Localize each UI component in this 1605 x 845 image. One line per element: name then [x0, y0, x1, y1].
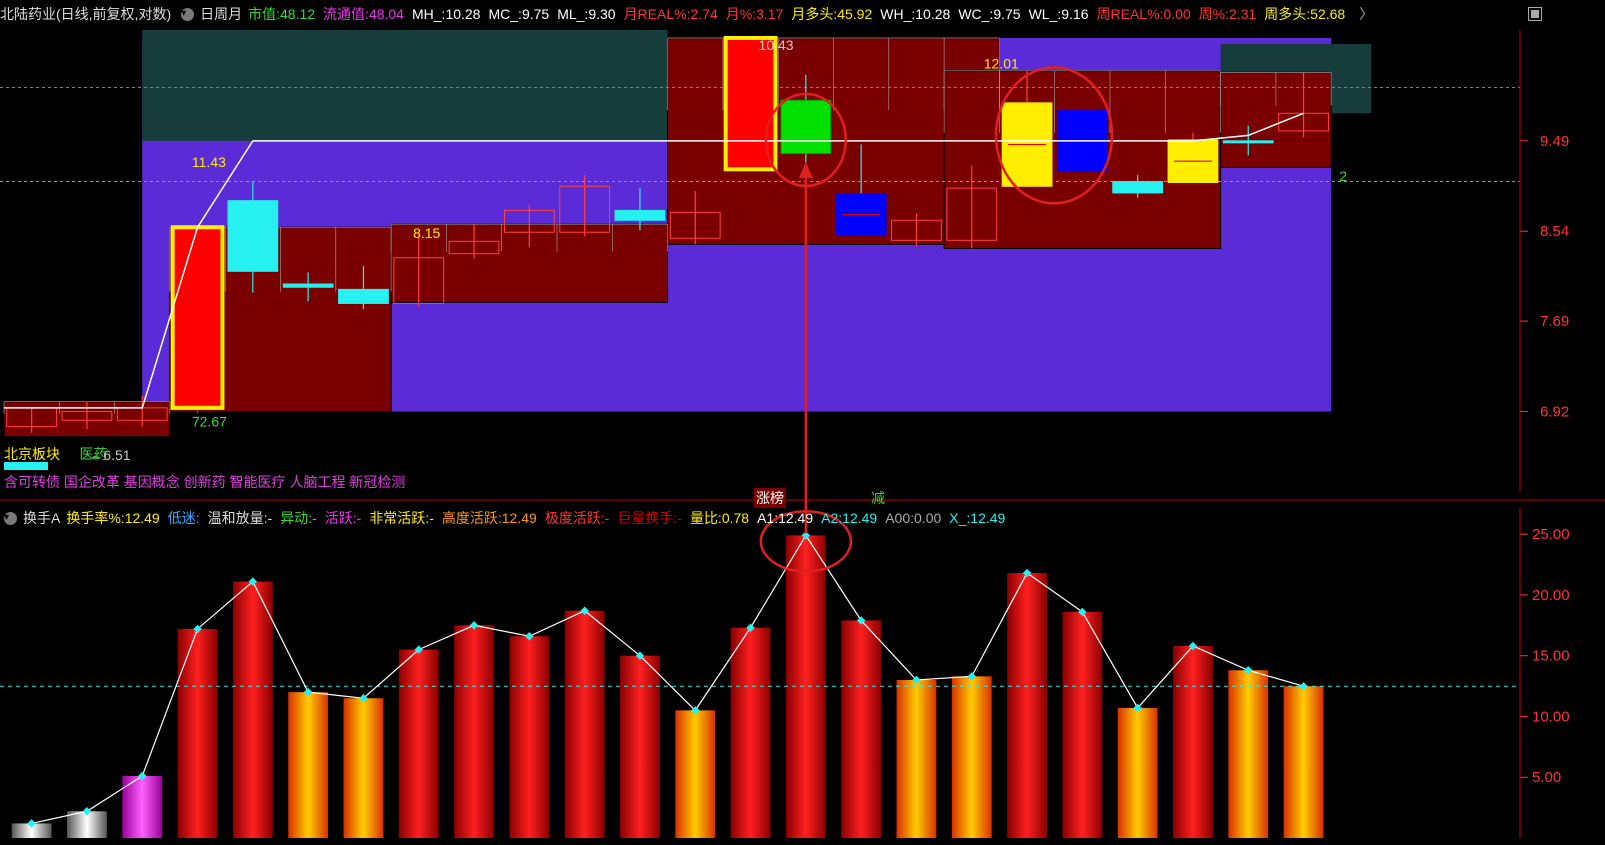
turnover-bar — [454, 625, 494, 838]
top-dark-band — [142, 30, 668, 141]
sector-industry[interactable]: 医药 — [79, 446, 107, 462]
turnover-field: X_: 12.49 — [949, 510, 1005, 526]
turnover-field-value: 12.49 — [778, 510, 814, 526]
turnover-bar — [896, 680, 937, 838]
turnover-field-value: - — [677, 510, 682, 526]
turnover-bar — [288, 692, 329, 838]
annotation-box-high-mid: 8.15 — [413, 225, 440, 241]
turnover-field-label: A2: — [821, 510, 843, 526]
turnover-field-value: - — [356, 510, 362, 526]
turnover-field-label: 量比: — [689, 510, 722, 526]
turnover-bar — [232, 581, 273, 838]
turnover-bar — [675, 710, 716, 838]
indicator-name[interactable]: 换手A — [23, 508, 60, 528]
turnover-header: ▾ 换手A 换手率%: 12.49 低迷: 温和放量: - 异动: - 活跃: - 非常… — [0, 504, 1140, 532]
turnover-field-label: 低迷: — [167, 510, 200, 526]
turnover-bar — [620, 655, 660, 838]
turnover-field: 温和放量: - — [208, 508, 273, 528]
annotation-high-right: 12.01 — [984, 55, 1019, 71]
turnover-field: 量比: 0.78 — [690, 508, 749, 528]
turnover-field-value: - — [604, 510, 610, 526]
turnover-bar — [1062, 611, 1103, 838]
annotation-box-high-left: 11.43 — [192, 154, 226, 170]
turnover-field-label: A00: — [885, 510, 915, 526]
turnover-field-label: A1: — [757, 510, 779, 526]
indicator-menu-icon[interactable]: ▾ — [4, 511, 17, 525]
annotation-low-mid: 72.67 — [192, 414, 227, 430]
y-tick-label: 9.49 — [1540, 133, 1569, 150]
turnover-field: 换手率%: 12.49 — [66, 508, 159, 528]
turnover-bar — [343, 698, 384, 838]
turnover-field-value: 12.49 — [842, 510, 878, 526]
turnover-fields: 换手率%: 12.49 低迷: 温和放量: - 异动: - 活跃: - 非常活跃: -高… — [66, 508, 1013, 528]
turnover-field: A2: 12.49 — [821, 510, 877, 526]
turnover-field-value: 12.49 — [501, 510, 537, 526]
y-tick-label: 8.54 — [1540, 223, 1569, 240]
turnover-bar — [1173, 645, 1213, 838]
y-tick-label: 6.92 — [1540, 404, 1569, 421]
turnover-bar — [1007, 573, 1047, 838]
turnover-field-value: - — [429, 510, 434, 526]
turnover-field-label: 巨量换手: — [617, 510, 678, 526]
turnover-field: A1: 12.49 — [757, 510, 813, 526]
kline-chart[interactable]: 9.498.547.696.9210.4312.018.1511.43←6.51… — [0, 0, 1605, 845]
turnover-field: 巨量换手: - — [617, 508, 682, 528]
turnover-bar — [841, 620, 882, 838]
candle-body — [780, 99, 832, 155]
candle-body — [1112, 181, 1164, 194]
turnover-field-label: 活跃: — [324, 510, 357, 526]
turnover-bar — [1228, 670, 1269, 838]
turnover-field: 非常活跃: - — [369, 508, 434, 528]
turnover-bar — [730, 627, 771, 838]
y-tick-label: 5.00 — [1532, 769, 1561, 786]
turnover-field-label: 异动: — [280, 510, 313, 526]
turnover-field-label: 温和放量: — [207, 510, 268, 526]
y-tick-label: 15.00 — [1532, 648, 1570, 665]
turnover-field: 高度活跃: 12.49 — [442, 508, 537, 528]
turnover-field-label: 非常活跃: — [369, 510, 430, 526]
concept-row[interactable]: 含可转债 国企改革 基因概念 创新药 智能医疗 人脑工程 新冠检测 — [4, 472, 405, 492]
candle-body — [170, 225, 225, 410]
turnover-field-value: 0.78 — [721, 510, 750, 526]
turnover-field: A00: 0.00 — [885, 510, 941, 526]
candle-body — [282, 283, 334, 288]
turnover-bar — [951, 676, 992, 838]
turnover-field: 活跃: - — [325, 508, 362, 528]
annotation-right-edge: 2 — [1339, 168, 1347, 184]
candle-body — [723, 35, 778, 172]
sector-row: 北京板块 医药 — [4, 444, 107, 464]
candle-body — [614, 209, 666, 221]
turnover-bar — [1283, 686, 1324, 838]
turnover-field-label: 换手率%: — [66, 510, 125, 526]
turnover-line — [31, 534, 1304, 825]
turnover-field-label: 极度活跃: — [544, 510, 605, 526]
turnover-bar — [509, 636, 550, 838]
turnover-field-value: - — [267, 510, 273, 526]
candle-body — [1222, 140, 1274, 144]
turnover-field-label: 高度活跃: — [441, 510, 502, 526]
turnover-field: 低迷: — [168, 508, 200, 528]
turnover-bar — [564, 610, 605, 838]
y-tick-label: 20.00 — [1532, 587, 1570, 604]
turnover-bar — [177, 628, 218, 838]
turnover-field-value: 0.00 — [914, 510, 942, 526]
turnover-field: 极度活跃: - — [545, 508, 610, 528]
turnover-bar — [1117, 707, 1158, 838]
y-tick-label: 10.00 — [1532, 708, 1570, 725]
candle-body — [227, 200, 279, 272]
sector-board[interactable]: 北京板块 — [4, 446, 60, 462]
turnover-field-value: 12.49 — [124, 510, 160, 526]
turnover-bar — [398, 649, 439, 838]
turnover-field-label: X_: — [949, 510, 971, 526]
y-tick-label: 7.69 — [1540, 313, 1569, 330]
annotation-high-top: 10.43 — [759, 37, 794, 53]
candle-body — [338, 288, 389, 304]
turnover-field-value: - — [312, 510, 317, 526]
turnover-field-value: 12.49 — [970, 510, 1006, 526]
y-tick-label: 25.00 — [1532, 526, 1570, 543]
turnover-field: 异动: - — [280, 508, 317, 528]
